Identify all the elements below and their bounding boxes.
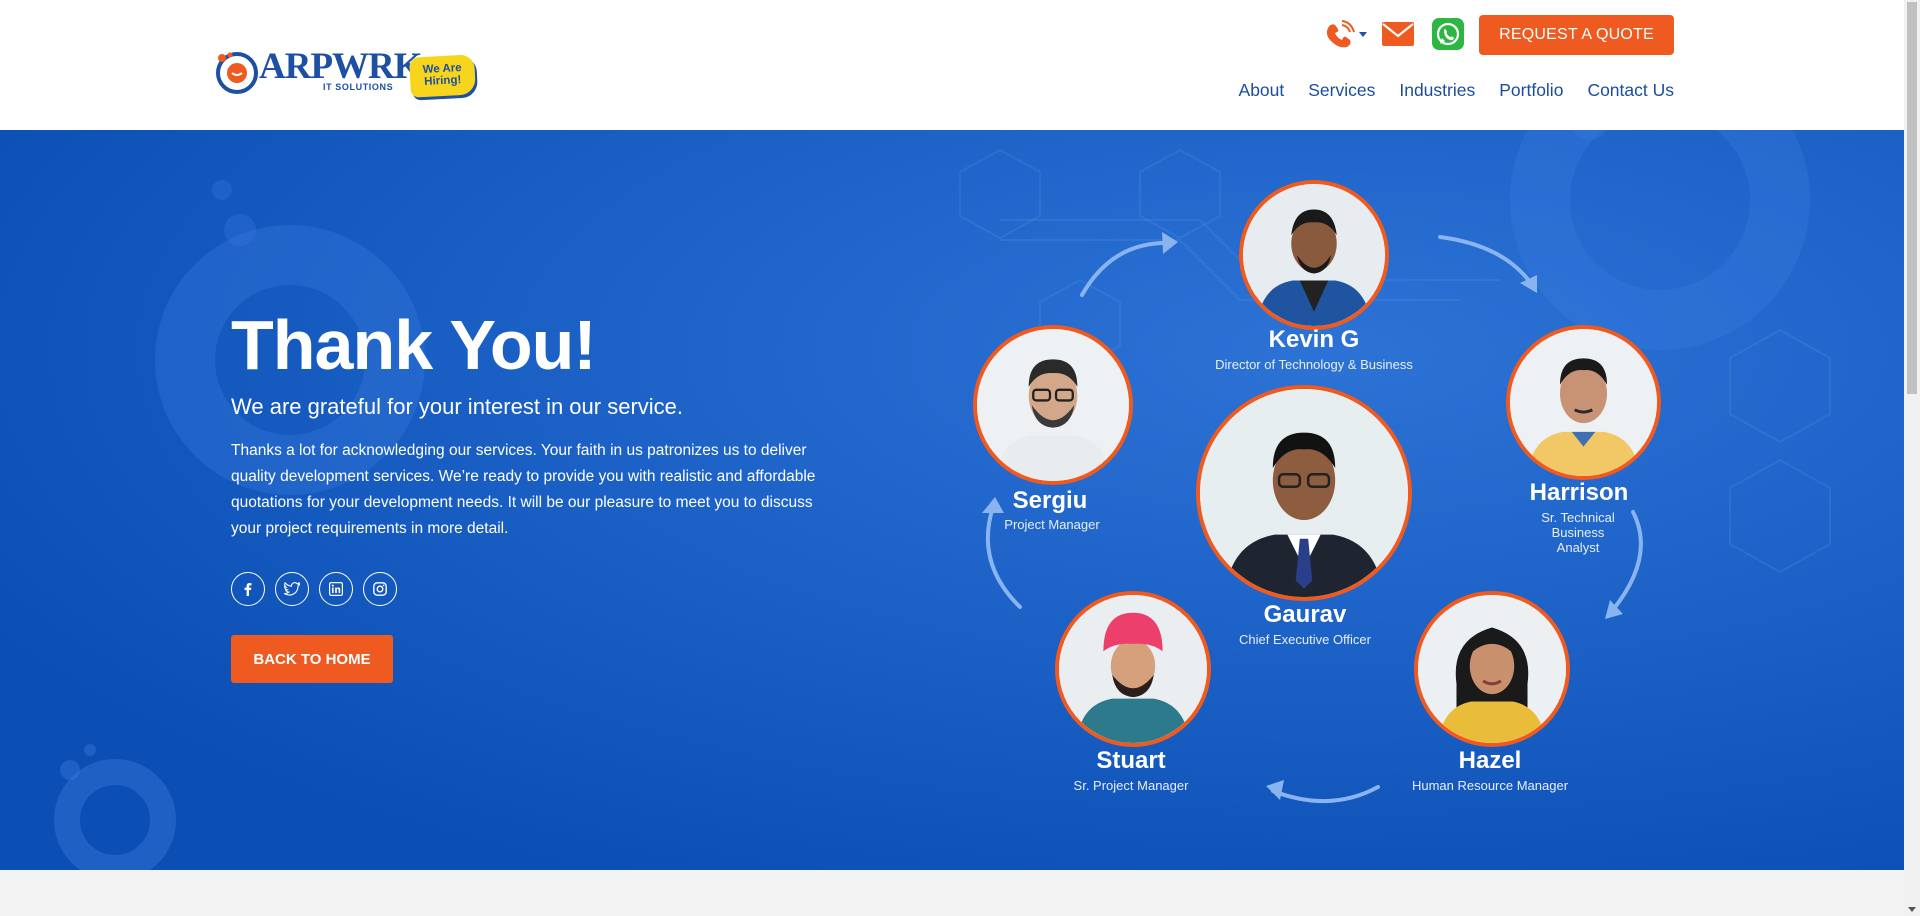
person-avatar-icon xyxy=(1200,389,1408,597)
member-photo-stuart xyxy=(1055,591,1211,747)
logo-mark-icon xyxy=(216,52,258,94)
facebook-icon xyxy=(244,583,252,596)
member-photo-gaurav xyxy=(1196,385,1412,601)
member-photo-kevin-g xyxy=(1239,180,1389,330)
member-photo-hazel xyxy=(1414,591,1570,747)
nav-item-services[interactable]: Services xyxy=(1308,80,1375,101)
mail-icon xyxy=(1382,22,1414,46)
nav-item-industries[interactable]: Industries xyxy=(1399,80,1475,101)
scroll-down-arrow-icon[interactable] xyxy=(1908,907,1916,912)
hiring-badge[interactable]: We Are Hiring! xyxy=(408,54,477,98)
member-role-harrison: Sr. Technical Business Analyst xyxy=(1541,510,1614,555)
person-avatar-icon xyxy=(1243,184,1385,326)
person-avatar-icon xyxy=(1510,329,1657,476)
thank-you-hero: Thank You! We are grateful for your inte… xyxy=(0,130,1904,870)
member-photo-sergiu xyxy=(973,325,1133,485)
person-avatar-icon xyxy=(977,329,1129,481)
phone-dropdown[interactable] xyxy=(1322,16,1370,52)
page-title: Thank You! xyxy=(231,306,597,384)
page-footer-area xyxy=(0,870,1904,916)
logo-tagline: IT SOLUTIONS xyxy=(323,82,394,92)
member-role-kevin-g: Director of Technology & Business xyxy=(1215,357,1413,372)
member-name-stuart: Stuart xyxy=(1096,747,1166,774)
linkedin-link[interactable] xyxy=(319,572,353,606)
back-to-home-button[interactable]: BACK TO HOME xyxy=(231,635,393,683)
member-photo-harrison xyxy=(1506,325,1661,480)
member-role-stuart: Sr. Project Manager xyxy=(1073,778,1189,793)
member-name-sergiu: Sergiu xyxy=(1012,487,1088,514)
member-role-sergiu: Project Manager xyxy=(1004,517,1100,532)
twitter-link[interactable] xyxy=(275,572,309,606)
member-name-kevin-g: Kevin G xyxy=(1268,326,1360,353)
member-role-gaurav: Chief Executive Officer xyxy=(1239,632,1371,647)
twitter-icon xyxy=(284,582,300,596)
nav-item-portfolio[interactable]: Portfolio xyxy=(1499,80,1563,101)
member-name-gaurav: Gaurav xyxy=(1263,601,1347,628)
chevron-down-icon xyxy=(1359,32,1367,37)
member-name-hazel: Hazel xyxy=(1458,747,1522,774)
facebook-link[interactable] xyxy=(231,572,265,606)
nav-item-contact-us[interactable]: Contact Us xyxy=(1587,80,1674,101)
member-role-hazel: Human Resource Manager xyxy=(1411,778,1569,793)
person-avatar-icon xyxy=(1418,595,1566,743)
whatsapp-button[interactable] xyxy=(1430,16,1466,52)
logo[interactable]: ARPWRK IT SOLUTIONS We Are Hiring! xyxy=(215,48,477,100)
member-role-line: Business xyxy=(1551,525,1605,540)
instagram-icon xyxy=(373,582,387,596)
social-links xyxy=(231,572,407,606)
request-quote-button[interactable]: REQUEST A QUOTE xyxy=(1479,15,1674,55)
member-role-line: Analyst xyxy=(1556,540,1600,555)
page-description: Thanks a lot for acknowledging our servi… xyxy=(231,442,816,537)
member-role-line: Sr. Technical xyxy=(1541,510,1615,525)
whatsapp-icon xyxy=(1432,18,1464,50)
person-avatar-icon xyxy=(1059,595,1207,743)
linkedin-icon xyxy=(329,582,343,596)
nav-item-about[interactable]: About xyxy=(1239,80,1285,101)
mail-button[interactable] xyxy=(1380,16,1416,52)
main-nav: About Services Industries Portfolio Cont… xyxy=(1215,80,1674,101)
phone-icon xyxy=(1326,20,1367,48)
scrollbar-thumb[interactable] xyxy=(1907,2,1917,394)
page-scrollbar[interactable] xyxy=(1904,0,1920,916)
member-name-harrison: Harrison xyxy=(1529,479,1629,506)
site-header: ARPWRK IT SOLUTIONS We Are Hiring! REQUE… xyxy=(0,0,1904,130)
page-subtitle: We are grateful for your interest in our… xyxy=(231,394,684,419)
hiring-badge-line2: Hiring! xyxy=(423,74,462,88)
logo-wordmark: ARPWRK xyxy=(259,46,423,87)
instagram-link[interactable] xyxy=(363,572,397,606)
